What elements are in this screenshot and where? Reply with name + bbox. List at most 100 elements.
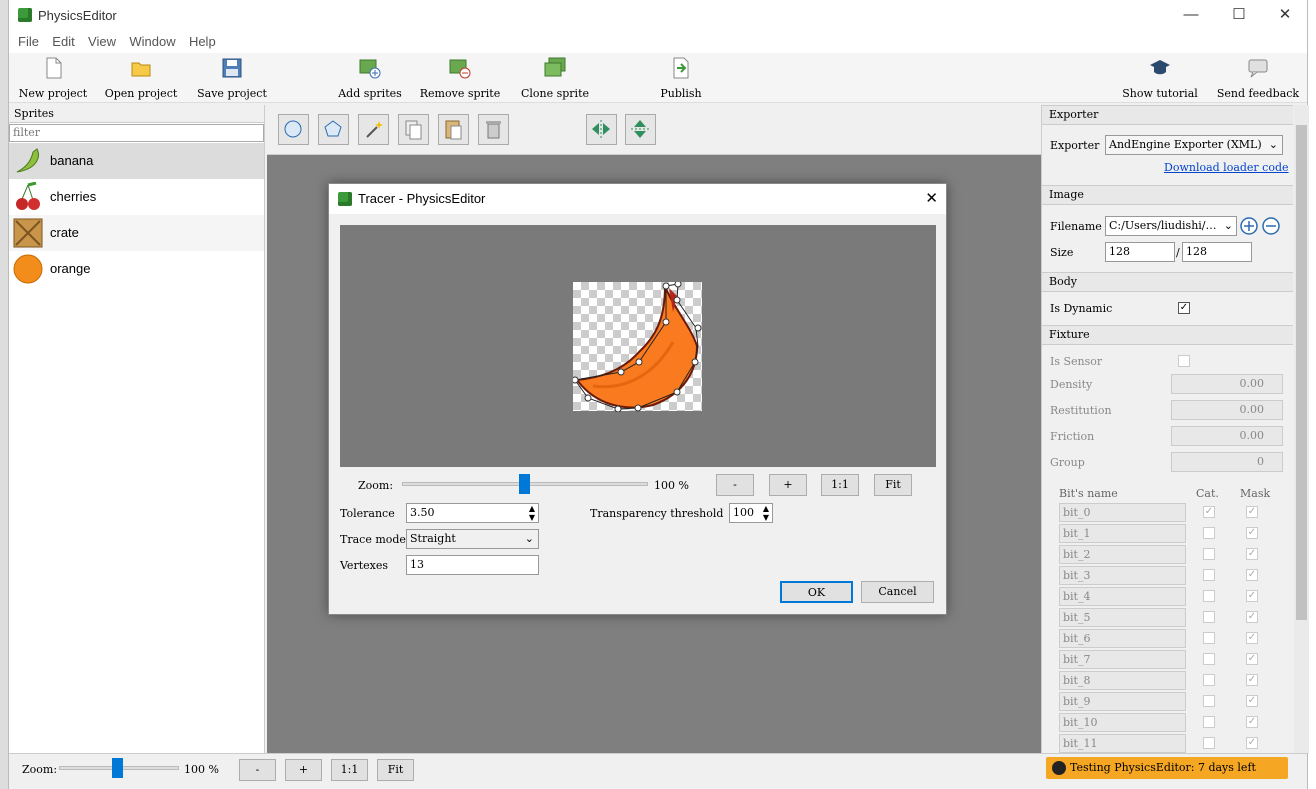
filter-input[interactable]: filter (9, 124, 264, 142)
flip-vertical-button[interactable] (625, 114, 656, 145)
vertexes-input[interactable]: 13 (406, 555, 539, 575)
bit-name-input[interactable]: bit_9 (1059, 692, 1186, 711)
zoom-in-button[interactable]: + (285, 759, 322, 781)
bit-mask-checkbox[interactable]: ✓ (1246, 548, 1258, 560)
remove-file-icon[interactable] (1262, 217, 1280, 235)
zoom-one-to-one-button[interactable]: 1:1 (331, 759, 368, 781)
bit-name-input[interactable]: bit_1 (1059, 524, 1186, 543)
bit-name-input[interactable]: bit_11 (1059, 734, 1186, 753)
bit-mask-checkbox[interactable]: ✓ (1246, 674, 1258, 686)
bit-category-checkbox[interactable] (1203, 569, 1215, 581)
zoom-out-button[interactable]: - (239, 759, 276, 781)
copy-button[interactable] (398, 114, 429, 145)
density-input[interactable]: 0.00 (1171, 374, 1283, 394)
menu-file[interactable]: File (18, 31, 39, 53)
bit-mask-checkbox[interactable]: ✓ (1246, 569, 1258, 581)
exporter-select[interactable]: AndEngine Exporter (XML) ⌄ (1105, 135, 1283, 155)
menu-edit[interactable]: Edit (52, 31, 74, 53)
zoom-fit-button[interactable]: Fit (377, 759, 414, 781)
flip-horizontal-button[interactable] (586, 114, 617, 145)
save-project-button[interactable]: Save project (194, 57, 270, 100)
bit-mask-checkbox[interactable]: ✓ (1246, 590, 1258, 602)
bit-mask-checkbox[interactable]: ✓ (1246, 716, 1258, 728)
bit-category-checkbox[interactable] (1203, 674, 1215, 686)
sprite-item-orange[interactable]: orange (9, 251, 264, 287)
bit-mask-checkbox[interactable]: ✓ (1246, 506, 1258, 518)
trial-badge[interactable]: Testing PhysicsEditor: 7 days left (1046, 757, 1288, 779)
add-sprites-button[interactable]: Add sprites (335, 57, 405, 100)
height-input[interactable]: 128 (1182, 242, 1252, 262)
add-file-icon[interactable] (1240, 217, 1258, 235)
filename-select[interactable]: C:/Users/liudishi/… ⌄ (1105, 216, 1237, 236)
bit-name-input[interactable]: bit_0 (1059, 503, 1186, 522)
is-dynamic-checkbox[interactable]: ✓ (1178, 302, 1190, 314)
bit-category-checkbox[interactable] (1203, 527, 1215, 539)
new-project-button[interactable]: New project (18, 57, 88, 100)
delete-button[interactable] (478, 114, 509, 145)
dialog-one-to-one-button[interactable]: 1:1 (821, 474, 859, 496)
polygon-tool-button[interactable] (318, 114, 349, 145)
close-button[interactable]: ✕ (1265, 4, 1305, 26)
bit-name-input[interactable]: bit_8 (1059, 671, 1186, 690)
circle-tool-button[interactable] (278, 114, 309, 145)
transparency-input[interactable]: 100 ▲ ▼ (729, 503, 773, 523)
bit-category-checkbox[interactable] (1203, 737, 1215, 749)
bit-category-checkbox[interactable] (1203, 653, 1215, 665)
dialog-fit-button[interactable]: Fit (874, 474, 912, 496)
remove-sprite-button[interactable]: Remove sprite (419, 57, 501, 100)
maximize-button[interactable]: ☐ (1219, 4, 1259, 26)
trace-mode-select[interactable]: Straight ⌄ (406, 529, 539, 549)
friction-input[interactable]: 0.00 (1171, 426, 1283, 446)
bit-category-checkbox[interactable] (1203, 590, 1215, 602)
bit-category-checkbox[interactable] (1203, 695, 1215, 707)
sprite-item-cherries[interactable]: cherries (9, 179, 264, 215)
bit-name-input[interactable]: bit_5 (1059, 608, 1186, 627)
width-input[interactable]: 128 (1105, 242, 1175, 262)
send-feedback-button[interactable]: Send feedback (1215, 57, 1301, 100)
cancel-button[interactable]: Cancel (861, 581, 934, 603)
bit-category-checkbox[interactable] (1203, 716, 1215, 728)
download-loader-link[interactable]: Download loader code (1164, 161, 1289, 174)
publish-button[interactable]: Publish (655, 57, 707, 100)
bit-mask-checkbox[interactable]: ✓ (1246, 737, 1258, 749)
tolerance-input[interactable]: 3.50 ▲ ▼ (406, 503, 539, 523)
menu-view[interactable]: View (88, 31, 116, 53)
bit-name-input[interactable]: bit_2 (1059, 545, 1186, 564)
scroll-thumb[interactable] (1296, 125, 1307, 620)
bit-name-input[interactable]: bit_10 (1059, 713, 1186, 732)
bit-category-checkbox[interactable] (1203, 548, 1215, 560)
zoom-slider-thumb[interactable] (112, 758, 123, 778)
bit-name-input[interactable]: bit_7 (1059, 650, 1186, 669)
paste-button[interactable] (438, 114, 469, 145)
bit-name-input[interactable]: bit_4 (1059, 587, 1186, 606)
dialog-zoom-in-button[interactable]: + (769, 474, 807, 496)
bit-mask-checkbox[interactable]: ✓ (1246, 695, 1258, 707)
bit-mask-checkbox[interactable]: ✓ (1246, 611, 1258, 623)
bit-category-checkbox[interactable]: ✓ (1203, 506, 1215, 518)
menu-help[interactable]: Help (189, 31, 216, 53)
is-sensor-checkbox[interactable] (1178, 355, 1190, 367)
clone-sprite-button[interactable]: Clone sprite (516, 57, 594, 100)
bit-mask-checkbox[interactable]: ✓ (1246, 632, 1258, 644)
bit-category-checkbox[interactable] (1203, 632, 1215, 644)
group-input[interactable]: 0 (1171, 452, 1283, 472)
bit-mask-checkbox[interactable]: ✓ (1246, 527, 1258, 539)
dialog-close-button[interactable]: ✕ (925, 189, 938, 207)
bit-name-input[interactable]: bit_6 (1059, 629, 1186, 648)
bit-name-input[interactable]: bit_3 (1059, 566, 1186, 585)
sprite-item-crate[interactable]: crate (9, 215, 264, 251)
minimize-button[interactable]: — (1171, 4, 1211, 26)
show-tutorial-button[interactable]: Show tutorial (1119, 57, 1201, 100)
ok-button[interactable]: OK (780, 581, 853, 603)
restitution-input[interactable]: 0.00 (1171, 400, 1283, 420)
open-project-button[interactable]: Open project (102, 57, 180, 100)
dialog-zoom-out-button[interactable]: - (716, 474, 754, 496)
dialog-zoom-thumb[interactable] (519, 474, 530, 494)
magic-wand-tool-button[interactable] (358, 114, 389, 145)
trace-preview[interactable] (340, 225, 936, 467)
sprite-item-banana[interactable]: banana (9, 143, 264, 179)
properties-scrollbar[interactable] (1294, 105, 1309, 753)
bit-category-checkbox[interactable] (1203, 611, 1215, 623)
bit-mask-checkbox[interactable]: ✓ (1246, 653, 1258, 665)
menu-window[interactable]: Window (129, 31, 175, 53)
